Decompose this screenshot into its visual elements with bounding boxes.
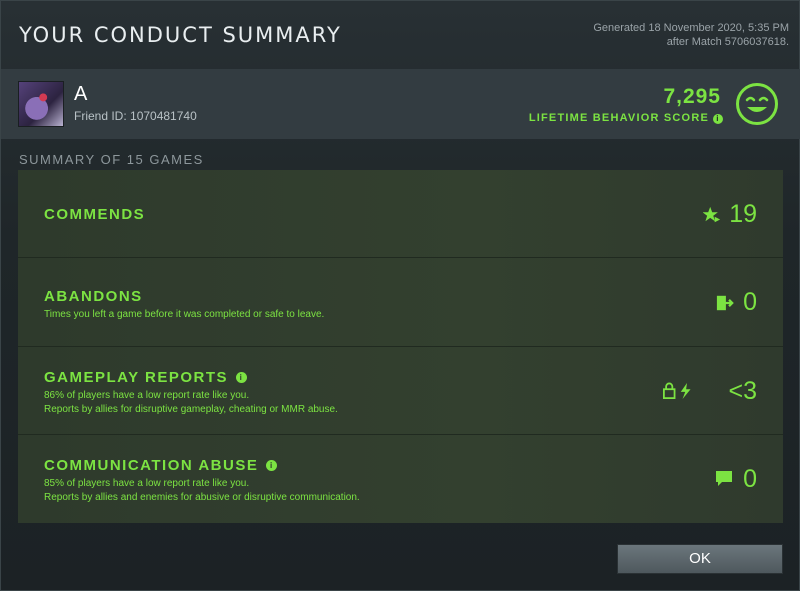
row-communication-abuse: COMMUNICATION ABUSE i 85% of players have…: [18, 434, 783, 523]
player-bar: A Friend ID: 1070481740 7,295 LIFETIME B…: [1, 69, 800, 139]
row-title: COMMENDS: [44, 206, 146, 223]
row-title-text: GAMEPLAY REPORTS: [44, 368, 229, 386]
behavior-score-label: LIFETIME BEHAVIOR SCORE i: [529, 112, 723, 124]
smiley-face-icon: [736, 83, 778, 125]
lock-lightning-icon: [663, 382, 691, 399]
summary-rows: COMMENDS 19 ABANDONS Times you left a ga…: [18, 170, 783, 523]
avatar[interactable]: [18, 81, 64, 127]
conduct-summary-dialog: YOUR CONDUCT SUMMARY Generated 18 Novemb…: [0, 0, 800, 591]
row-subtitle-2: Reports by allies and enemies for abusiv…: [44, 491, 360, 503]
generated-info: Generated 18 November 2020, 5:35 PM afte…: [593, 21, 789, 49]
behavior-score-value: 7,295: [663, 85, 721, 108]
ok-button[interactable]: OK: [617, 544, 783, 574]
info-icon[interactable]: i: [713, 114, 723, 124]
row-gameplay-reports: GAMEPLAY REPORTS i 86% of players have a …: [18, 346, 783, 435]
row-abandons: ABANDONS Times you left a game before it…: [18, 258, 783, 347]
row-subtitle: 86% of players have a low report rate li…: [44, 389, 250, 401]
abandons-value: 0: [743, 288, 757, 317]
dialog-title: YOUR CONDUCT SUMMARY: [19, 23, 342, 47]
row-title-text: COMMUNICATION ABUSE: [44, 456, 259, 474]
row-title: ABANDONS: [44, 288, 143, 306]
gameplay-reports-value: <3: [728, 376, 757, 405]
communication-abuse-value: 0: [743, 464, 757, 493]
generated-match: after Match 5706037618.: [666, 36, 789, 48]
row-title: GAMEPLAY REPORTS i: [44, 368, 248, 386]
generated-date: Generated 18 November 2020, 5:35 PM: [593, 22, 789, 34]
row-title: COMMUNICATION ABUSE i: [44, 456, 278, 474]
row-commends: COMMENDS 19: [18, 170, 783, 259]
commends-value: 19: [729, 200, 757, 228]
row-subtitle-2: Reports by allies for disruptive gamepla…: [44, 403, 338, 415]
behavior-score-label-text: LIFETIME BEHAVIOR SCORE: [528, 112, 709, 124]
summary-label: SUMMARY OF 15 GAMES: [19, 152, 204, 167]
info-icon[interactable]: i: [236, 371, 248, 383]
player-name: A: [74, 83, 88, 105]
exit-door-icon: [716, 296, 734, 311]
chat-bubble-icon: [716, 470, 732, 486]
row-subtitle: Times you left a game before it was comp…: [44, 309, 325, 321]
star-commend-icon: [703, 206, 721, 223]
row-subtitle: 85% of players have a low report rate li…: [44, 477, 250, 489]
friend-id: Friend ID: 1070481740: [74, 109, 197, 123]
info-icon[interactable]: i: [266, 459, 278, 471]
